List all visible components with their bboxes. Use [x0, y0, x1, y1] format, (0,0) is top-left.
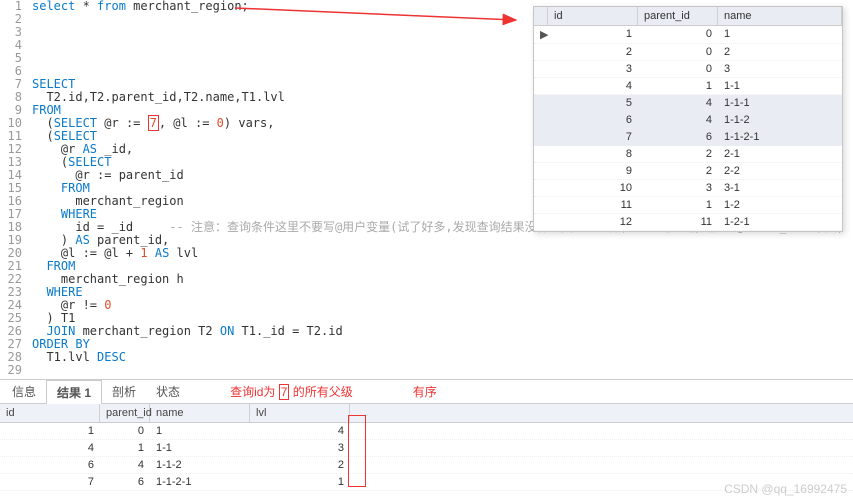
popup-row[interactable]: 761-1-2-1 — [534, 129, 842, 146]
popup-header-row: id parent_id name — [534, 7, 842, 26]
annotation-lvl-highlight — [348, 415, 366, 487]
tab-info[interactable]: 信息 — [2, 380, 46, 403]
tab-status[interactable]: 状态 — [146, 380, 190, 403]
result-grid-header: id parent_id name lvl — [0, 404, 853, 423]
result-header-parent-id[interactable]: parent_id — [100, 404, 150, 422]
annotation-ordered: 有序 — [413, 383, 437, 400]
query-result-popup[interactable]: id parent_id name ▶101202303411-1541-1-1… — [533, 6, 843, 232]
tab-analyze[interactable]: 剖析 — [102, 380, 146, 403]
popup-row[interactable]: 541-1-1 — [534, 95, 842, 112]
popup-row[interactable]: 12111-2-1 — [534, 214, 842, 231]
popup-header-name[interactable]: name — [718, 7, 842, 25]
result-header-id[interactable]: id — [0, 404, 100, 422]
result-row[interactable]: 411-13 — [0, 440, 853, 457]
popup-header-marker — [534, 7, 548, 25]
tab-result-1[interactable]: 结果 1 — [46, 380, 102, 404]
watermark: CSDN @qq_16992475 — [724, 482, 847, 496]
popup-header-id[interactable]: id — [548, 7, 638, 25]
popup-header-parent-id[interactable]: parent_id — [638, 7, 718, 25]
popup-row[interactable]: 411-1 — [534, 78, 842, 95]
popup-row[interactable]: 303 — [534, 61, 842, 78]
popup-row[interactable]: 1111-2 — [534, 197, 842, 214]
result-header-lvl[interactable]: lvl — [250, 404, 350, 422]
popup-row[interactable]: 822-1 — [534, 146, 842, 163]
result-header-name[interactable]: name — [150, 404, 250, 422]
result-grid-body[interactable]: 1014411-13641-1-22761-1-2-11 — [0, 423, 853, 491]
popup-row[interactable]: 922-2 — [534, 163, 842, 180]
annotation-query-desc: 查询id为 7 的所有父级 — [230, 383, 353, 400]
popup-row[interactable]: 641-1-2 — [534, 112, 842, 129]
result-tabs: 信息 结果 1 剖析 状态 查询id为 7 的所有父级 有序 — [0, 380, 853, 404]
popup-row[interactable]: 202 — [534, 44, 842, 61]
result-row[interactable]: 1014 — [0, 423, 853, 440]
line-number-gutter: 1234567891011121314151617181920212223242… — [0, 0, 28, 379]
popup-row[interactable]: 1033-1 — [534, 180, 842, 197]
popup-row[interactable]: ▶101 — [534, 26, 842, 44]
result-row[interactable]: 641-1-22 — [0, 457, 853, 474]
